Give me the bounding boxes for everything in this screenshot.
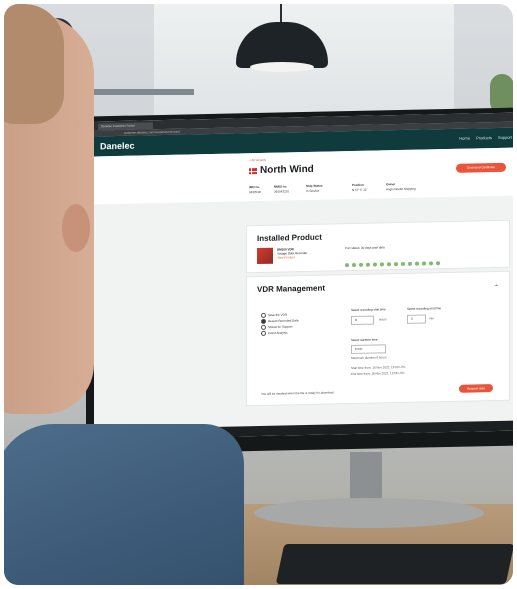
status-dot — [387, 262, 391, 267]
start-time-input[interactable]: 8 — [351, 315, 374, 326]
start-time-line: Start time from: 16 Nov 2022, 13:00 UTC — [351, 364, 406, 371]
danelec-logo[interactable]: Danelec — [100, 141, 135, 152]
status-dot — [408, 261, 412, 266]
meta-position: Position N 57° E 11° — [352, 182, 368, 193]
lamp-cord — [280, 4, 282, 24]
status-dot — [359, 262, 363, 267]
status-dot — [366, 262, 370, 267]
start-time-label: Select recording start time — [351, 307, 386, 313]
nav-products[interactable]: Products — [476, 135, 492, 140]
browser-tab[interactable]: Danelec Customer Portal — [98, 122, 153, 131]
request-data-button[interactable]: Request data — [459, 384, 493, 393]
vessel-name: North Wind — [260, 163, 314, 176]
meta-owner: Owner Anglo Nordic Shipping — [386, 182, 416, 192]
product-image — [257, 247, 273, 265]
status-dot — [415, 261, 419, 266]
duration-label: Select duration time — [351, 337, 378, 343]
lamp-glow — [250, 62, 314, 72]
option-event-analysis[interactable]: Event Analysis — [261, 330, 288, 336]
meta-mmsi: MMSI no. 265543210 — [274, 184, 290, 194]
status-dot — [394, 262, 398, 267]
option-recent-data[interactable]: Recent Recorded Data — [261, 318, 299, 324]
product-info: DM100 VDR Voyage Data Recorder View Prod… — [277, 247, 307, 259]
monitor-screen: Danelec Customer Portal customer.danelec… — [94, 112, 513, 440]
download-certificate-button[interactable]: Download Certificate — [456, 162, 506, 173]
port-status: Port status: 30 days past data — [345, 245, 385, 251]
chevron-up-icon[interactable]: ⌃ — [494, 284, 499, 291]
status-dot — [380, 262, 384, 267]
status-dot — [401, 261, 405, 267]
vessel-header: < All Vessels North Wind Download Certif… — [94, 147, 513, 205]
status-dot — [345, 263, 349, 268]
email-footnote: You will be emailed when the file is rea… — [261, 390, 334, 396]
option-save-vdr[interactable]: Save the VDR — [261, 312, 287, 318]
status-dots — [345, 252, 443, 272]
nav-support[interactable]: Support — [498, 135, 512, 140]
installed-product-card: Installed Product DM100 VDR Voyage Data … — [246, 219, 510, 274]
person-shirt — [4, 424, 244, 585]
end-unit: min — [429, 316, 434, 321]
option-stored-support[interactable]: Stored for Support — [261, 324, 293, 330]
status-dot — [436, 261, 440, 266]
status-dot — [429, 261, 433, 266]
duration-note: Maximum duration 6 hours — [351, 355, 387, 361]
vdr-management-card: VDR Management ⌃ Save the VDR Recent Rec… — [246, 270, 510, 407]
status-dot — [373, 262, 377, 267]
person-hair — [4, 4, 64, 124]
start-unit: hours — [379, 317, 387, 322]
vdr-management-title: VDR Management — [257, 283, 326, 295]
photo-frame: Danelec Customer Portal customer.danelec… — [4, 4, 513, 585]
monitor-stand — [350, 452, 382, 504]
breadcrumb[interactable]: < All Vessels — [249, 158, 266, 162]
end-time-input[interactable]: 0 — [407, 314, 426, 324]
nav-links: Home Products Support — [454, 135, 512, 141]
person-ear — [62, 204, 90, 252]
meta-imo: IMO no. 9432018 — [249, 184, 261, 195]
status-dot — [422, 261, 426, 266]
status-dot — [352, 262, 356, 268]
monitor-base — [254, 498, 484, 528]
view-product-link[interactable]: View Product — [277, 255, 307, 259]
end-time-line: End time from: 16 Nov 2022, 13:06 UTC — [351, 370, 405, 377]
duration-select[interactable]: 6 min — [351, 344, 386, 355]
danish-flag-icon — [249, 168, 257, 175]
end-time-label: Select recording end time — [407, 306, 442, 311]
installed-product-title: Installed Product — [257, 232, 322, 244]
meta-status: Ship Status In Service — [306, 183, 323, 193]
keyboard — [275, 544, 513, 584]
nav-home[interactable]: Home — [459, 136, 470, 141]
